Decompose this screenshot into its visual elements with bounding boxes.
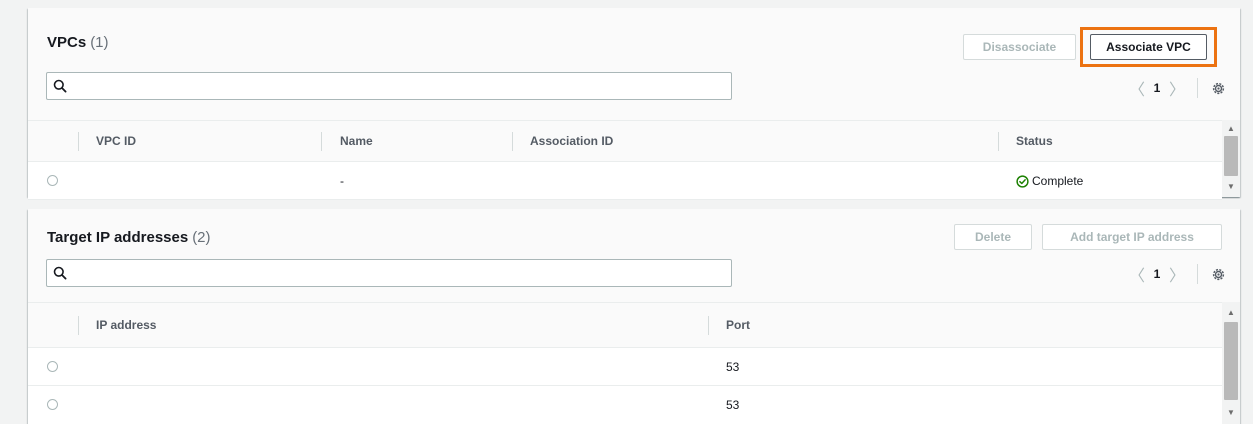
target-ip-page-number[interactable]: 1: [1147, 267, 1167, 281]
column-divider: [78, 316, 79, 335]
column-header-status[interactable]: Status: [1016, 134, 1053, 148]
check-circle-icon: [1016, 174, 1029, 188]
vpcs-page-number[interactable]: 1: [1147, 81, 1167, 95]
status-badge: Complete: [1016, 174, 1083, 188]
chevron-right-icon[interactable]: 〉: [1167, 76, 1187, 100]
disassociate-button[interactable]: Disassociate: [963, 34, 1076, 60]
scrollbar-thumb[interactable]: [1224, 322, 1238, 400]
row-select-radio[interactable]: [47, 361, 58, 372]
scrollbar-thumb[interactable]: [1224, 136, 1238, 176]
column-header-vpc-id[interactable]: VPC ID: [96, 134, 136, 148]
column-divider: [321, 132, 322, 151]
table-row[interactable]: 53: [28, 386, 1222, 424]
vpcs-panel-header: [28, 8, 1240, 120]
port-cell: 53: [726, 360, 740, 374]
gear-icon[interactable]: [1210, 266, 1226, 282]
vpcs-count: (1): [90, 34, 109, 51]
search-icon: [53, 79, 67, 98]
add-target-ip-button[interactable]: Add target IP address: [1042, 224, 1222, 250]
gear-icon[interactable]: [1210, 80, 1226, 96]
column-header-name[interactable]: Name: [340, 134, 373, 148]
vpcs-search-field[interactable]: [46, 72, 732, 100]
pagination-separator: [1197, 78, 1198, 98]
scroll-up-icon[interactable]: ▲: [1222, 122, 1240, 134]
scroll-up-icon[interactable]: ▲: [1222, 306, 1240, 318]
target-ip-panel-header: [28, 209, 1240, 302]
target-ip-table-scrollbar[interactable]: ▲ ▼: [1222, 302, 1240, 424]
column-header-port[interactable]: Port: [726, 318, 750, 332]
table-row[interactable]: - Complete: [28, 162, 1222, 200]
vpcs-search-input[interactable]: [75, 76, 719, 98]
vpcs-pagination: 〈 1 〉: [1127, 76, 1226, 100]
row-select-radio[interactable]: [47, 399, 58, 410]
vpcs-table-scrollbar[interactable]: ▲ ▼: [1222, 120, 1240, 197]
scroll-down-icon[interactable]: ▼: [1222, 180, 1240, 192]
vpcs-table-header: VPC ID Name Association ID Status: [28, 120, 1222, 162]
search-icon: [53, 266, 67, 285]
vpcs-panel: VPCs (1) Disassociate Associate VPC 〈 1 〉…: [28, 8, 1240, 200]
associate-vpc-button[interactable]: Associate VPC: [1090, 34, 1207, 60]
target-ip-panel: Target IP addresses (2) Delete Add target…: [28, 209, 1240, 424]
chevron-right-icon[interactable]: 〉: [1167, 262, 1187, 286]
status-text: Complete: [1032, 174, 1084, 188]
column-divider: [998, 132, 999, 151]
pagination-separator: [1197, 264, 1198, 284]
target-ip-table-header: IP address Port: [28, 302, 1222, 348]
target-ip-search-input[interactable]: [75, 263, 719, 285]
scroll-down-icon[interactable]: ▼: [1222, 406, 1240, 418]
port-cell: 53: [726, 398, 740, 412]
vpcs-panel-title: VPCs (1): [47, 34, 109, 51]
column-divider: [512, 132, 513, 151]
target-ip-count: (2): [192, 229, 211, 246]
row-select-radio[interactable]: [47, 175, 58, 186]
column-header-ip-address[interactable]: IP address: [96, 318, 156, 332]
delete-button[interactable]: Delete: [954, 224, 1032, 250]
column-header-association-id[interactable]: Association ID: [530, 134, 613, 148]
vpcs-title-text: VPCs: [47, 34, 87, 51]
column-divider: [78, 132, 79, 151]
target-ip-pagination: 〈 1 〉: [1127, 262, 1226, 286]
column-divider: [708, 316, 709, 335]
chevron-left-icon[interactable]: 〈: [1127, 76, 1147, 100]
target-ip-panel-title: Target IP addresses (2): [47, 229, 211, 246]
target-ip-search-field[interactable]: [46, 259, 732, 287]
target-ip-title-text: Target IP addresses: [47, 229, 189, 246]
name-cell: -: [340, 174, 344, 188]
table-row[interactable]: 53: [28, 348, 1222, 386]
chevron-left-icon[interactable]: 〈: [1127, 262, 1147, 286]
